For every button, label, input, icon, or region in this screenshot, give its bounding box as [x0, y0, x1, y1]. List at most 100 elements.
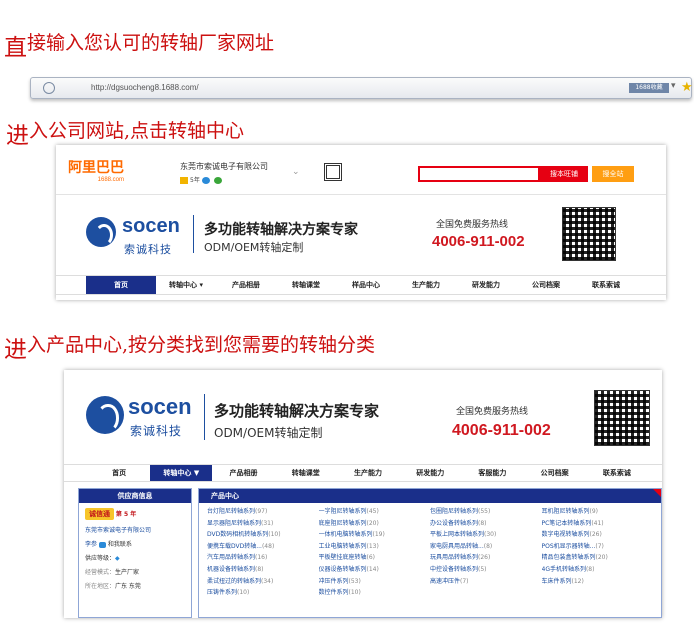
nav-rnd[interactable]: 研发能力 [456, 280, 516, 290]
product-category-count: (20) [366, 519, 379, 527]
nav-production[interactable]: 生产能力 [396, 280, 456, 290]
chat-icon[interactable] [98, 541, 106, 548]
product-category-link[interactable]: 仪器设备转轴系列(14) [319, 565, 431, 576]
product-category-link[interactable]: 车床件系列(12) [542, 577, 654, 588]
step-2-text: 入公司网站,点击转轴中心 [29, 120, 245, 142]
bookmark-tag[interactable]: 1688收藏 [629, 83, 669, 93]
banner-slogan: 多功能转轴解决方案专家 [214, 402, 380, 420]
product-category-link[interactable]: DVD数码相机转轴系列(10) [207, 530, 319, 541]
product-category-link[interactable]: 精品包装盒转轴系列(20) [542, 553, 654, 564]
chevron-down-icon[interactable]: ▾ [671, 81, 676, 91]
search-shop-button[interactable]: 搜本旺铺 [540, 166, 588, 182]
search-site-button[interactable]: 搜全站 [592, 166, 634, 182]
product-category-link[interactable]: 数字电视转轴系列(26) [542, 530, 654, 541]
nav-class[interactable]: 转轴课堂 [276, 280, 336, 290]
product-category-link[interactable]: 高速冲压件(7) [430, 577, 542, 588]
nav-class[interactable]: 转轴课堂 [275, 468, 337, 478]
chengxin-years: 第 5 年 [115, 511, 137, 518]
product-category-name: 办公设备转轴系列 [430, 519, 479, 527]
product-center-screenshot: socen 索诚科技 多功能转轴解决方案专家 ODM/OEM转轴定制 全国免费服… [64, 370, 662, 618]
product-category-count: (7) [595, 542, 604, 550]
shop-search-input[interactable] [418, 166, 540, 182]
chengxin-badge: 诚信通 [85, 508, 114, 520]
product-category-count: (26) [589, 531, 602, 539]
product-category-link[interactable]: 4G手机转轴系列(8) [542, 565, 654, 576]
address-url[interactable]: http://dgsuocheng8.1688.com/ [91, 83, 199, 92]
step-3-caption: 进入产品中心,按分类找到您需要的转轴分类 [4, 330, 375, 364]
product-category-count: (8) [585, 565, 595, 573]
hotline-number: 4006-911-002 [432, 233, 525, 250]
product-category-link[interactable]: 家电厨具用品转轴...(8) [430, 542, 542, 553]
nav-profile[interactable]: 公司档案 [516, 280, 576, 290]
product-category-link[interactable]: 工业电脑转轴系列(13) [319, 542, 431, 553]
banner-slogan-sub: ODM/OEM转轴定制 [214, 426, 323, 440]
brand-name: socen [128, 394, 192, 419]
supplier-info-title: 供应商信息 [79, 489, 191, 503]
product-category-name: 平板壁挂底座转轴 [318, 554, 367, 562]
product-category-link[interactable]: 底座阻尼转轴系列(20) [319, 519, 431, 530]
product-category-link[interactable]: 汽车用品转轴系列(16) [207, 553, 319, 564]
nav-album[interactable]: 产品相册 [212, 468, 274, 478]
contact-me-link[interactable]: 和我联系 [108, 541, 132, 548]
business-mode: 生产厂家 [115, 569, 140, 576]
product-category-count: (97) [255, 508, 268, 515]
nav-rnd[interactable]: 研发能力 [399, 468, 461, 478]
product-category-link[interactable]: 办公设备转轴系列(8) [430, 519, 542, 530]
site-nav: 首页 转轴中心 ▼ 产品相册 转轴课堂 生产能力 研发能力 客服能力 公司档案 … [64, 464, 662, 482]
nav-production[interactable]: 生产能力 [337, 468, 399, 478]
globe-icon [43, 82, 55, 94]
product-category-link[interactable]: 数控件系列(10) [319, 588, 431, 599]
product-category-link[interactable]: POS机显示器转轴...(7) [542, 542, 654, 553]
product-category-link[interactable]: 平板上网本转轴系列(30) [430, 530, 542, 541]
star-icon[interactable]: ★ [681, 80, 693, 95]
product-category-link[interactable]: 冲压件系列(53) [319, 577, 431, 588]
product-category-link[interactable]: 台灯阻尼转轴系列(97) [207, 507, 319, 518]
product-category-link[interactable]: 包圈阻尼转轴系列(55) [430, 507, 542, 518]
shop-company-name[interactable]: 东莞市索诚电子有限公司 [180, 161, 268, 172]
product-category-link[interactable]: 柔试扭过的转轴系列(34) [207, 577, 319, 588]
product-category-link[interactable]: 一体机电脑转轴系列(19) [319, 530, 431, 541]
nav-album[interactable]: 产品相册 [216, 280, 276, 290]
alibaba-logo[interactable]: 阿里巴巴 1688.com [68, 157, 124, 183]
qr-code-icon[interactable] [324, 163, 342, 181]
nav-profile[interactable]: 公司档案 [524, 468, 586, 478]
alibaba-header: 阿里巴巴 1688.com 东莞市索诚电子有限公司 5年 ⌄ 搜本旺铺 搜全站 [56, 145, 666, 195]
step-3-lead: 进 [4, 337, 27, 363]
product-category-link[interactable]: 显示器阻尼转轴系列(31) [207, 519, 319, 530]
nav-hinge-center[interactable]: 转轴中心 ▾ [156, 280, 216, 290]
supplier-company-link[interactable]: 东莞市索诚电子有限公司 [79, 525, 191, 534]
nav-home[interactable]: 首页 [86, 276, 156, 294]
supply-level-row: 供应等级：◆ [79, 553, 191, 562]
qr-code-icon [562, 207, 616, 261]
nav-home[interactable]: 首页 [88, 468, 150, 478]
nav-contact[interactable]: 联系索诚 [586, 468, 648, 478]
product-category-grid: 台灯阻尼转轴系列(97) 一字阻尼转轴系列(45) 包圈阻尼转轴系列(55) 耳机阻尼… [199, 503, 661, 603]
product-category-link[interactable]: 机器设备转轴系列(8) [207, 565, 319, 576]
chevron-down-icon[interactable]: ⌄ [292, 167, 300, 177]
nav-hinge-center[interactable]: 转轴中心 ▼ [150, 465, 213, 481]
nav-samples[interactable]: 样品中心 [336, 280, 396, 290]
product-category-link[interactable]: 玩具用品转轴系列(26) [430, 553, 542, 564]
product-category-link[interactable]: 一字阻尼转轴系列(45) [319, 507, 431, 518]
product-category-count: (34) [261, 577, 274, 585]
product-category-link[interactable]: 中控设备转轴系列(5) [430, 565, 542, 576]
supply-level-label: 供应等级： [85, 555, 116, 562]
browser-address-bar[interactable]: http://dgsuocheng8.1688.com/ 1688收藏 ▾ ★ [30, 77, 693, 99]
product-category-name: 数控件系列 [318, 589, 349, 597]
product-category-link[interactable]: 平板壁挂底座转轴(6) [319, 553, 431, 564]
product-category-link[interactable]: PC笔记本转轴系列(41) [542, 519, 654, 530]
product-category-name: 便携车载DVD转轴... [207, 542, 262, 550]
nav-contact[interactable]: 联系索诚 [576, 280, 636, 290]
product-category-link[interactable]: 便携车载DVD转轴...(48) [207, 542, 319, 553]
product-category-name: 中控设备转轴系列 [430, 565, 479, 573]
product-category-count: (14) [366, 565, 379, 573]
product-category-link[interactable]: 压铸件系列(10) [207, 588, 319, 599]
company-site-screenshot: 阿里巴巴 1688.com 东莞市索诚电子有限公司 5年 ⌄ 搜本旺铺 搜全站 … [56, 145, 666, 300]
brand-name-cn: 索诚科技 [124, 243, 172, 256]
nav-service[interactable]: 客服能力 [461, 468, 523, 478]
step-2-lead: 进 [6, 123, 29, 149]
hotline-number: 4006-911-002 [452, 422, 551, 439]
product-category-link[interactable]: 耳机阻尼转轴系列(9) [542, 507, 654, 518]
product-category-count: (7) [460, 577, 469, 585]
contact-name[interactable]: 李参 [85, 541, 97, 548]
